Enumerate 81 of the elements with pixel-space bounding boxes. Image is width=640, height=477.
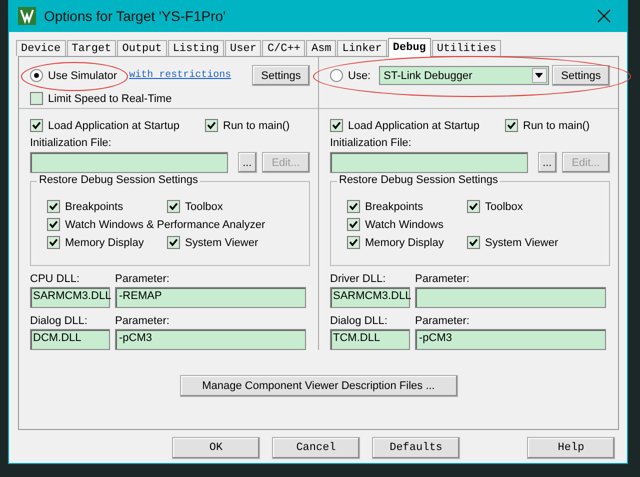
dll-field[interactable]: SARMCM3.DLL <box>330 287 410 308</box>
dll-field[interactable]: SARMCM3.DLL <box>30 287 110 308</box>
radio-button[interactable] <box>330 69 343 82</box>
radio-button[interactable] <box>30 69 43 82</box>
checkbox-label: System Viewer <box>485 236 558 248</box>
window-title: Options for Target 'YS-F1Pro' <box>44 8 227 24</box>
checkbox-label: Run to main() <box>223 120 290 132</box>
tab[interactable]: Device <box>16 40 66 56</box>
checkbox[interactable] <box>30 119 43 132</box>
init-file-field[interactable] <box>330 152 528 173</box>
field-label: Parameter: <box>415 315 470 327</box>
checkbox-label: Watch Windows <box>365 218 444 230</box>
checkbox[interactable] <box>167 200 180 213</box>
tab[interactable]: Listing <box>168 40 224 56</box>
checkbox[interactable] <box>205 119 218 132</box>
dialog-button[interactable]: OK <box>172 437 260 459</box>
checkbox[interactable] <box>467 200 480 213</box>
group-title: Restore Debug Session Settings <box>337 174 500 186</box>
dialog-button[interactable]: Defaults <box>372 437 460 459</box>
tab[interactable]: Output <box>117 40 167 56</box>
dll-field[interactable]: TCM.DLL <box>330 329 410 350</box>
checkbox[interactable] <box>347 218 360 231</box>
checkbox-label: Limit Speed to Real-Time <box>48 92 172 104</box>
settings-button[interactable]: Settings <box>552 65 610 86</box>
field-label: Dialog DLL: <box>330 315 388 327</box>
dialog-button[interactable]: Cancel <box>272 437 360 459</box>
checkbox-label: Run to main() <box>523 120 590 132</box>
checkbox[interactable] <box>47 200 60 213</box>
tab[interactable]: Utilities <box>432 40 502 56</box>
field-label: Parameter: <box>115 273 170 285</box>
field-label: Parameter: <box>415 273 470 285</box>
tab[interactable]: Debug <box>388 38 431 57</box>
tab[interactable]: Asm <box>306 40 336 56</box>
dll-field[interactable]: DCM.DLL <box>30 329 110 350</box>
debugger-dropdown[interactable]: ST-Link Debugger <box>378 66 549 85</box>
tab[interactable]: C/C++ <box>262 40 306 56</box>
checkbox[interactable] <box>467 236 480 249</box>
checkbox-label: Memory Display <box>365 236 444 248</box>
dialog-button[interactable]: Help <box>527 437 615 459</box>
checkbox-label: Toolbox <box>485 200 523 212</box>
dropdown-arrow-icon <box>535 73 544 78</box>
checkbox[interactable] <box>47 236 60 249</box>
settings-button[interactable]: Settings <box>252 65 310 86</box>
checkbox[interactable] <box>167 236 180 249</box>
checkbox-label: System Viewer <box>185 236 258 248</box>
checkbox-label: Breakpoints <box>365 200 424 212</box>
checkbox[interactable] <box>347 200 360 213</box>
restrictions-link[interactable]: with restrictions <box>129 70 232 81</box>
close-icon[interactable] <box>597 9 611 23</box>
radio-label: Use Simulator <box>48 70 118 82</box>
parameter-field[interactable]: -pCM3 <box>415 329 606 350</box>
field-label: Initialization File: <box>330 137 412 149</box>
app-logo-icon <box>18 7 36 25</box>
checkbox-label: Load Application at Startup <box>48 120 180 132</box>
checkbox[interactable] <box>330 119 343 132</box>
group-title: Restore Debug Session Settings <box>37 174 200 186</box>
field-label: Parameter: <box>115 315 170 327</box>
parameter-field[interactable]: -pCM3 <box>115 329 306 350</box>
field-label: CPU DLL: <box>30 273 81 285</box>
checkbox[interactable] <box>347 236 360 249</box>
init-file-field[interactable] <box>30 152 228 173</box>
checkbox-label: Toolbox <box>185 200 223 212</box>
checkbox-label: Memory Display <box>65 236 144 248</box>
parameter-field[interactable]: -REMAP <box>115 287 306 308</box>
browse-button[interactable]: ... <box>238 152 257 173</box>
tab[interactable]: Target <box>66 40 116 56</box>
checkbox[interactable] <box>505 119 518 132</box>
browse-button[interactable]: ... <box>538 152 557 173</box>
tab[interactable]: Linker <box>337 40 387 56</box>
radio-label: Use: <box>348 70 371 82</box>
checkbox-label: Breakpoints <box>65 200 124 212</box>
field-label: Initialization File: <box>30 137 112 149</box>
parameter-field[interactable] <box>415 287 606 308</box>
checkbox-label: Watch Windows & Performance Analyzer <box>65 218 266 230</box>
tab[interactable]: User <box>225 40 262 56</box>
field-label: Driver DLL: <box>330 273 387 285</box>
manage-files-button[interactable]: Manage Component Viewer Description Files ... <box>180 375 458 397</box>
checkbox[interactable] <box>47 218 60 231</box>
field-label: Dialog DLL: <box>30 315 88 327</box>
checkbox-label: Load Application at Startup <box>348 120 480 132</box>
checkbox[interactable] <box>30 92 43 105</box>
